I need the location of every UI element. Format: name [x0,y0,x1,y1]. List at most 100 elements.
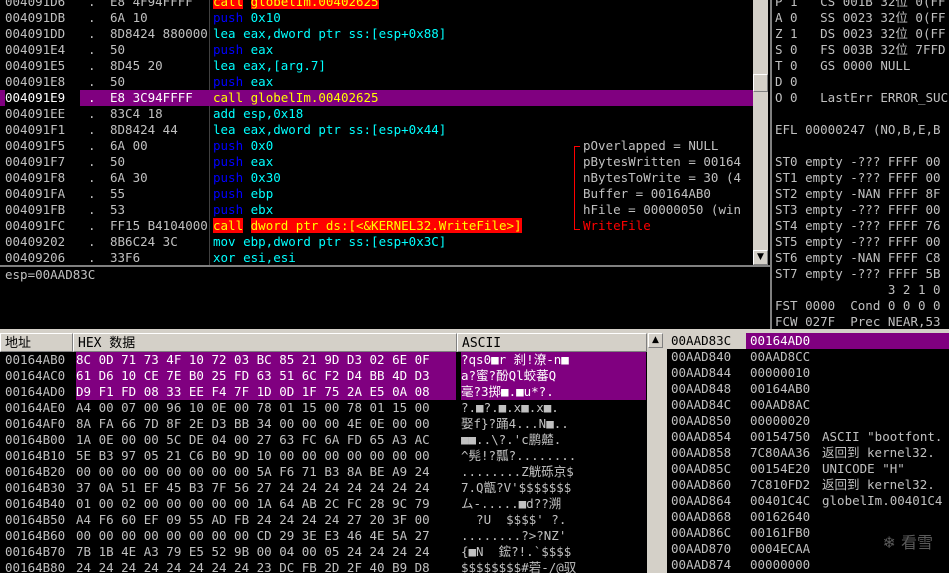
instruction-bytes: E8 3C94FFFF [110,90,193,105]
info-line: esp=00AAD83C [5,267,96,282]
mnemonic: call [213,0,244,9]
instruction-text: call globelIm.00402625 [213,0,379,10]
disassembly-row[interactable]: 004091E5. 8D45 20 lea eax,[arg.7] [0,58,753,74]
stack-row[interactable]: 00AAD864 00401C4C globelIm.00401C4 [0,493,949,509]
stack-address: 00AAD864 [671,493,732,508]
register-line: 3 2 1 0 [775,282,941,297]
stack-value: 00000000 [750,557,811,572]
instruction-text: push ebx [213,202,273,218]
instruction-text: push eax [213,154,273,170]
argument-comment: WriteFile [583,218,651,233]
instruction-address: 004091FB [5,202,66,217]
stack-value: 00AAD8AC [750,397,811,412]
disassembly-row[interactable]: 00409202. 8B6C24 3C mov ebp,dword ptr ss:[… [0,234,753,250]
instruction-bytes: 6A 00 [110,138,148,153]
operands: eax [250,74,274,89]
registers-pane[interactable]: P 1 CS 001B 32位 0(FF A 0 SS 0023 32位 0(FF… [772,0,949,329]
stack-row[interactable]: 00AAD868 00162640 [0,509,949,525]
instruction-address: 004091E5 [5,58,66,73]
stack-address: 00AAD858 [671,445,732,460]
register-line: FST 0000 Cond 0 0 0 0 [775,298,941,313]
instruction-text: push 0x0 [213,138,273,154]
stack-pane[interactable]: 00AAD83C 00164AD0 00AAD840 00AAD8CC 00AAD844… [0,333,949,573]
stack-row[interactable]: 00AAD84C 00AAD8AC [0,397,949,413]
register-line: ST3 empty -??? FFFF 00 [775,202,941,217]
mnemonic: xor [213,250,236,265]
instruction-text: lea eax,[arg.7] [213,58,326,74]
stack-address: 00AAD850 [671,413,732,428]
disassembly-row[interactable]: 00409206. 33F6 xor esi,esi [0,250,753,265]
instruction-address: 004091D6 [5,0,66,9]
instruction-address: 004091FC [5,218,66,233]
mnemonic: lea [213,122,236,137]
stack-rows: 00AAD83C 00164AD0 00AAD840 00AAD8CC 00AAD844… [0,333,949,573]
stack-row[interactable]: 00AAD840 00AAD8CC [0,349,949,365]
disassembly-row[interactable]: 004091D6. E8 4F94FFFF call globelIm.004026… [0,0,753,10]
instruction-bytes: 8D8424 44 [110,122,178,137]
stack-row[interactable]: 00AAD86C 00161FB0 [0,525,949,541]
stack-row[interactable]: 00AAD83C 00164AD0 [0,333,949,349]
disassembly-pane[interactable]: 004091D6. E8 4F94FFFF call globelIm.004026… [0,0,753,265]
flow-marker: . [88,202,96,217]
operands: eax,[arg.7] [243,58,326,73]
instruction-text: push 0x30 [213,170,281,186]
disassembly-row[interactable]: 004091DB. 6A 10 push 0x10 [0,10,753,26]
call-arguments: pOverlapped = NULL pBytesWritten = 00164 n… [583,138,741,234]
stack-value: 00154750 [750,429,811,444]
disassembly-row[interactable]: 004091E4. 50 push eax [0,42,753,58]
stack-row[interactable]: 00AAD85C 00154E20 UNICODE "H" [0,461,949,477]
mnemonic: lea [213,26,236,41]
disassembly-row[interactable]: 004091DD. 8D8424 880000 lea eax,dword ptr … [0,26,753,42]
disassembly-scrollbar[interactable]: ▼ [753,0,768,265]
instruction-bytes: 83C4 18 [110,106,163,121]
argument-comment: pBytesWritten = 00164 [583,154,742,169]
flow-marker: . [88,218,96,233]
register-line: A 0 SS 0023 32位 0(FF [775,10,946,25]
stack-row[interactable]: 00AAD870 0004ECAA [0,541,949,557]
stack-row[interactable]: 00AAD874 00000000 [0,557,949,573]
mnemonic: add [213,106,236,121]
instruction-address: 004091FA [5,186,66,201]
argument-comment: hFile = 00000050 (win [583,202,742,217]
stack-value: 00AAD8CC [750,349,811,364]
stack-row[interactable]: 00AAD854 00154750 ASCII "bootfont. [0,429,949,445]
argument-comment: pOverlapped = NULL [583,138,719,153]
disassembly-row[interactable]: 004091E8. 50 push eax [0,74,753,90]
stack-address: 00AAD86C [671,525,732,540]
stack-value: 7C80AA36 [750,445,811,460]
operands: esi,esi [243,250,296,265]
instruction-bytes: E8 4F94FFFF [110,0,193,9]
mnemonic: mov [213,234,236,249]
operands: 0x30 [250,170,281,185]
scroll-down-icon[interactable]: ▼ [753,250,768,265]
stack-value: 7C810FD2 [750,477,811,492]
register-line: EFL 00000247 (NO,B,E,B [775,122,941,137]
instruction-text: call dword ptr ds:[<&KERNEL32.WriteFile>… [213,218,522,234]
stack-row[interactable]: 00AAD850 00000020 [0,413,949,429]
stack-comment: 返回到 kernel32. [822,445,935,460]
instruction-address: 00409202 [5,234,66,249]
register-line: ST5 empty -??? FFFF 00 [775,234,941,249]
register-line: ST6 empty -NAN FFFF C8 [775,250,941,265]
disassembly-scroll-thumb[interactable] [753,74,768,92]
register-line: Z 1 DS 0023 32位 0(FF [775,26,946,41]
instruction-text: push eax [213,42,273,58]
stack-row[interactable]: 00AAD860 7C810FD2 返回到 kernel32. [0,477,949,493]
mnemonic: call [213,218,244,233]
stack-address: 00AAD848 [671,381,732,396]
flow-marker: . [88,170,96,185]
operands: globelIm.00402625 [250,90,379,105]
argument-comment: Buffer = 00164AB0 [583,186,711,201]
disassembly-row[interactable]: 004091F1. 8D8424 44 lea eax,dword ptr ss:[… [0,122,753,138]
stack-row[interactable]: 00AAD858 7C80AA36 返回到 kernel32. [0,445,949,461]
instruction-address: 004091E8 [5,74,66,89]
stack-value: 00154E20 [750,461,811,476]
disassembly-row[interactable]: 004091E9. E8 3C94FFFF call globelIm.004026… [0,90,753,106]
stack-row[interactable]: 00AAD848 00164AB0 [0,381,949,397]
stack-row[interactable]: 00AAD844 00000010 [0,365,949,381]
stack-comment: ASCII "bootfont. [822,429,943,444]
operands: eax,dword ptr ss:[esp+0x44] [243,122,447,137]
instruction-address: 004091DB [5,10,66,25]
disassembly-row[interactable]: 004091EE. 83C4 18 add esp,0x18 [0,106,753,122]
instruction-address: 004091F5 [5,138,66,153]
